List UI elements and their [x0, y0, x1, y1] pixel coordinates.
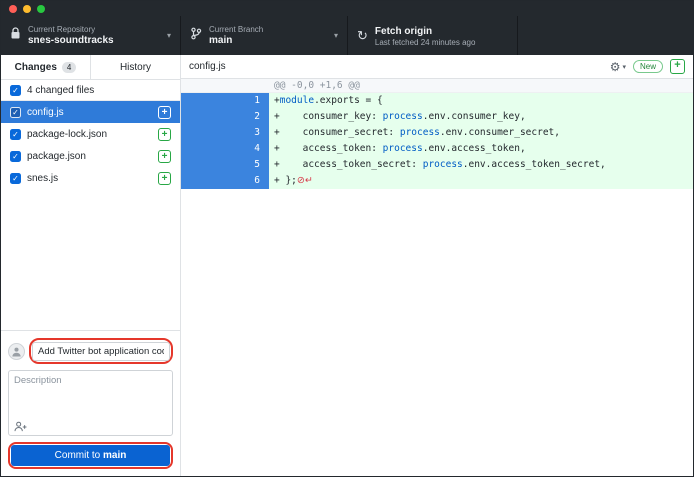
changes-sidebar: Changes 4 History ✓ 4 changed files ✓ co… [1, 55, 181, 476]
added-file-icon: + [158, 128, 171, 141]
hunk-header: @@ -0,0 +1,6 @@ [181, 79, 693, 93]
branch-text: Current Branch main [209, 25, 263, 46]
commit-panel: Commit to main [1, 330, 180, 476]
code-text: + access_token: process.env.access_token… [269, 141, 693, 157]
gear-icon: ⚙ [610, 61, 621, 73]
chevron-down-icon: ▾ [334, 31, 338, 40]
commit-description-input[interactable] [9, 371, 172, 415]
zoom-window-button[interactable] [37, 5, 45, 13]
line-number-gutter[interactable]: 4 [181, 141, 269, 157]
code-text: + };⊘↵ [269, 173, 693, 189]
new-file-badge: New [633, 60, 663, 73]
diff-line[interactable]: 2 + consumer_key: process.env.consumer_k… [181, 109, 693, 125]
code-text: + consumer_key: process.env.consumer_key… [269, 109, 693, 125]
commit-button-prefix: Commit to [55, 450, 103, 461]
file-row-package-lock-json[interactable]: ✓ package-lock.json + [1, 123, 180, 145]
chevron-down-icon: ▾ [622, 63, 626, 71]
added-file-icon: + [158, 172, 171, 185]
code-text: + consumer_secret: process.env.consumer_… [269, 125, 693, 141]
diff-file-title: config.js [189, 61, 603, 72]
added-file-icon: + [158, 150, 171, 163]
file-row-package-json[interactable]: ✓ package.json + [1, 145, 180, 167]
tab-changes-label: Changes [15, 62, 57, 73]
fetch-last-fetched: Last fetched 24 minutes ago [375, 38, 476, 47]
repo-name: snes-soundtracks [28, 35, 114, 46]
line-number-gutter[interactable]: 1 [181, 93, 269, 109]
commit-description-box [8, 370, 173, 436]
file-list-empty-space [1, 189, 180, 330]
fetch-label: Fetch origin [375, 26, 476, 37]
branch-icon [190, 27, 202, 45]
add-coauthor-icon [14, 420, 27, 435]
annotation-highlight-summary [29, 338, 173, 364]
add-file-status-icon[interactable]: + [670, 59, 685, 74]
line-number-gutter[interactable]: 5 [181, 157, 269, 173]
branch-name: main [209, 35, 263, 46]
line-number-gutter[interactable]: 2 [181, 109, 269, 125]
fetch-origin-button[interactable]: ↻ Fetch origin Last fetched 24 minutes a… [348, 16, 518, 55]
current-repository-button[interactable]: Current Repository snes-soundtracks ▾ [1, 16, 181, 55]
added-file-icon: + [158, 106, 171, 119]
file-checkbox[interactable]: ✓ [10, 151, 21, 162]
file-checkbox[interactable]: ✓ [10, 173, 21, 184]
current-branch-button[interactable]: Current Branch main ▾ [181, 16, 348, 55]
file-name: snes.js [27, 173, 58, 184]
file-row-snes-js[interactable]: ✓ snes.js + [1, 167, 180, 189]
add-coauthor-button[interactable] [14, 421, 27, 432]
diff-line[interactable]: 1 +module.exports = { [181, 93, 693, 109]
github-desktop-window: Current Repository snes-soundtracks ▾ Cu… [0, 0, 694, 477]
changed-files-header: ✓ 4 changed files [1, 80, 180, 101]
lock-icon [10, 27, 21, 45]
file-name: package.json [27, 151, 86, 162]
main-content: Changes 4 History ✓ 4 changed files ✓ co… [1, 55, 693, 476]
diff-line[interactable]: 6 + };⊘↵ [181, 173, 693, 189]
diff-header: config.js ⚙ ▾ New + [181, 55, 693, 79]
tab-history-label: History [120, 62, 151, 73]
diff-line[interactable]: 4 + access_token: process.env.access_tok… [181, 141, 693, 157]
commit-summary-input[interactable] [32, 342, 170, 361]
titlebar [1, 1, 693, 16]
code-text: +module.exports = { [269, 93, 693, 109]
diff-line[interactable]: 5 + access_token_secret: process.env.acc… [181, 157, 693, 173]
tab-history[interactable]: History [91, 55, 180, 79]
commit-button-branch: main [103, 450, 126, 461]
diff-panel: config.js ⚙ ▾ New + @@ -0,0 +1,6 @@ 1 +m… [181, 55, 693, 476]
sync-icon: ↻ [357, 29, 368, 42]
commit-summary-row [8, 338, 173, 364]
file-row-config-js[interactable]: ✓ config.js + [1, 101, 180, 123]
code-text: + access_token_secret: process.env.acces… [269, 157, 693, 173]
tab-changes[interactable]: Changes 4 [1, 55, 91, 79]
file-checkbox[interactable]: ✓ [10, 129, 21, 140]
repo-label: Current Repository [28, 25, 114, 34]
fetch-text: Fetch origin Last fetched 24 minutes ago [375, 25, 476, 47]
repo-text: Current Repository snes-soundtracks [28, 25, 114, 46]
commit-button[interactable]: Commit to main [11, 445, 170, 466]
branch-label: Current Branch [209, 25, 263, 34]
diff-body: @@ -0,0 +1,6 @@ 1 +module.exports = { 2 … [181, 79, 693, 476]
minimize-window-button[interactable] [23, 5, 31, 13]
changes-count-badge: 4 [62, 62, 76, 73]
user-avatar [8, 343, 25, 360]
diff-line[interactable]: 3 + consumer_secret: process.env.consume… [181, 125, 693, 141]
sidebar-tabs: Changes 4 History [1, 55, 180, 80]
file-name: config.js [27, 107, 64, 118]
line-number-gutter[interactable]: 3 [181, 125, 269, 141]
close-window-button[interactable] [9, 5, 17, 13]
toolbar: Current Repository snes-soundtracks ▾ Cu… [1, 16, 693, 55]
changed-files-label: 4 changed files [27, 85, 94, 96]
file-list: ✓ config.js + ✓ package-lock.json + ✓ pa… [1, 101, 180, 189]
file-name: package-lock.json [27, 129, 107, 140]
chevron-down-icon: ▾ [167, 31, 171, 40]
file-checkbox[interactable]: ✓ [10, 107, 21, 118]
select-all-checkbox[interactable]: ✓ [10, 85, 21, 96]
no-newline-icon: ⊘↵ [297, 175, 313, 186]
diff-options-button[interactable]: ⚙ ▾ [610, 61, 626, 73]
annotation-highlight-commit: Commit to main [8, 442, 173, 469]
line-number-gutter[interactable]: 6 [181, 173, 269, 189]
